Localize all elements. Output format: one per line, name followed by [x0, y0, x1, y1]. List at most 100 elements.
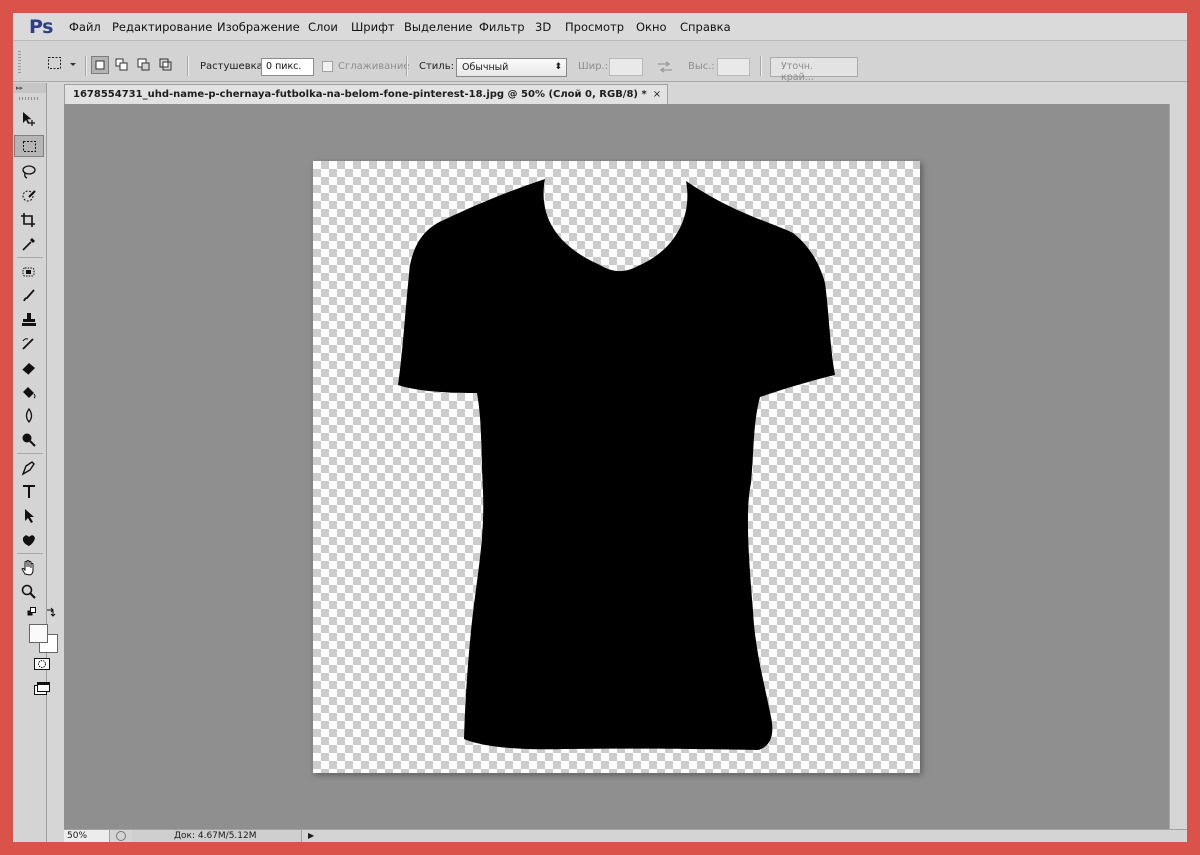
- rect-marquee-tool[interactable]: [14, 135, 44, 157]
- tshirt-silhouette-image: [398, 179, 835, 750]
- shape-icon: [22, 535, 35, 546]
- panel-collapse-icon[interactable]: ▸▸: [13, 83, 46, 93]
- quick-select-tool[interactable]: [14, 185, 44, 207]
- clone-stamp-tool[interactable]: [14, 309, 44, 331]
- document-canvas[interactable]: [313, 161, 920, 773]
- refine-edge-button[interactable]: Уточн. край...: [770, 57, 858, 83]
- add-selection-button[interactable]: [113, 56, 131, 74]
- brush-icon: [23, 289, 35, 302]
- ps-logo: Ps: [29, 16, 53, 38]
- style-select[interactable]: Обычный ⬍: [456, 58, 567, 77]
- default-colors-icon[interactable]: [27, 607, 37, 617]
- photoshop-window: Ps Файл Редактирование Изображение Слои …: [13, 13, 1187, 842]
- antialias-label: Сглаживание: [338, 61, 410, 72]
- height-input[interactable]: [717, 58, 750, 76]
- zoom-tool[interactable]: [14, 581, 44, 603]
- tools-panel: ▸▸: [13, 83, 58, 842]
- type-icon: [23, 485, 35, 498]
- new-selection-icon: [95, 60, 105, 70]
- tool-preset-picker[interactable]: [47, 56, 77, 72]
- tools-separator: [17, 453, 43, 454]
- paint-bucket-tool[interactable]: [14, 381, 44, 403]
- intersect-selection-button[interactable]: [157, 56, 175, 74]
- close-icon[interactable]: ×: [653, 89, 661, 100]
- feather-input[interactable]: 0 пикс.: [261, 58, 314, 76]
- swap-icon[interactable]: [657, 61, 673, 73]
- height-label: Выс.:: [688, 61, 715, 72]
- quick-mask-icon[interactable]: [33, 657, 51, 671]
- menu-select[interactable]: Выделение: [404, 20, 473, 34]
- document-size-info: Док: 4.67M/5.12M: [132, 830, 302, 842]
- blur-tool[interactable]: [14, 405, 44, 427]
- path-select-tool[interactable]: [14, 505, 44, 527]
- dodge-tool[interactable]: [14, 429, 44, 451]
- healing-brush-icon: [22, 267, 35, 277]
- options-bar: Растушевка: 0 пикс. Сглаживание Стиль: О…: [13, 41, 1187, 83]
- status-info-icon[interactable]: [116, 831, 126, 841]
- crop-tool[interactable]: [14, 209, 44, 231]
- menu-file[interactable]: Файл: [69, 20, 101, 34]
- menu-3d[interactable]: 3D: [535, 20, 551, 34]
- width-label: Шир.:: [578, 61, 609, 72]
- document-tab-title: 1678554731_uhd-name-p-chernaya-futbolka-…: [73, 89, 647, 100]
- updown-arrow-icon: ⬍: [554, 62, 562, 72]
- shape-tool[interactable]: [14, 529, 44, 551]
- foreground-color-swatch[interactable]: [29, 624, 48, 643]
- eyedropper-icon: [22, 238, 35, 251]
- clone-stamp-icon: [22, 313, 36, 326]
- eraser-tool[interactable]: [14, 357, 44, 379]
- history-brush-tool[interactable]: [14, 333, 44, 355]
- menu-bar: Ps Файл Редактирование Изображение Слои …: [13, 13, 1187, 41]
- type-tool[interactable]: [14, 481, 44, 503]
- brush-tool[interactable]: [14, 285, 44, 307]
- tools-separator: [17, 257, 43, 258]
- width-input[interactable]: [609, 58, 643, 76]
- paint-bucket-icon: [23, 387, 36, 399]
- menu-layers[interactable]: Слои: [308, 20, 338, 34]
- history-brush-icon: [22, 338, 34, 350]
- lasso-tool[interactable]: [14, 161, 44, 183]
- pen-tool[interactable]: [14, 457, 44, 479]
- menu-window[interactable]: Окно: [636, 20, 667, 34]
- hand-tool[interactable]: [14, 557, 44, 579]
- move-tool[interactable]: [14, 108, 44, 130]
- tools-separator: [17, 553, 43, 554]
- options-bar-grip[interactable]: [18, 51, 21, 73]
- antialias-checkbox[interactable]: [322, 61, 333, 72]
- hand-icon: [21, 560, 34, 576]
- menu-image[interactable]: Изображение: [217, 20, 300, 34]
- separator: [85, 56, 87, 76]
- subtract-selection-icon: [137, 58, 150, 71]
- panel-dock-strip: [1169, 104, 1187, 829]
- menu-type[interactable]: Шрифт: [351, 20, 395, 34]
- dodge-icon: [22, 433, 36, 447]
- healing-brush-tool[interactable]: [14, 261, 44, 283]
- pen-icon: [21, 461, 35, 476]
- menu-filter[interactable]: Фильтр: [479, 20, 525, 34]
- feather-label: Растушевка:: [200, 61, 267, 72]
- menu-edit[interactable]: Редактирование: [112, 20, 212, 34]
- lasso-icon: [22, 165, 36, 179]
- subtract-selection-button[interactable]: [135, 56, 153, 74]
- separator: [406, 56, 408, 76]
- separator: [760, 56, 762, 76]
- screen-mode-icon[interactable]: [33, 681, 51, 696]
- style-select-value: Обычный: [462, 62, 509, 73]
- canvas-workspace[interactable]: [64, 104, 1169, 829]
- add-selection-icon: [115, 58, 128, 71]
- intersect-selection-icon: [159, 58, 172, 71]
- eyedropper-tool[interactable]: [14, 233, 44, 255]
- swap-colors-icon[interactable]: [45, 607, 56, 618]
- menu-view[interactable]: Просмотр: [565, 20, 624, 34]
- zoom-icon: [21, 584, 36, 599]
- document-tab[interactable]: 1678554731_uhd-name-p-chernaya-futbolka-…: [64, 84, 669, 104]
- style-label: Стиль:: [419, 61, 454, 72]
- status-menu-arrow-icon[interactable]: ▶: [308, 831, 314, 840]
- path-select-icon: [25, 509, 34, 523]
- zoom-level-field[interactable]: 50%: [64, 830, 110, 842]
- status-bar: 50% Док: 4.67M/5.12M ▶: [64, 829, 1187, 842]
- menu-help[interactable]: Справка: [680, 20, 731, 34]
- new-selection-button[interactable]: [91, 56, 109, 74]
- blur-icon: [25, 408, 33, 424]
- tools-panel-grip[interactable]: [19, 97, 39, 100]
